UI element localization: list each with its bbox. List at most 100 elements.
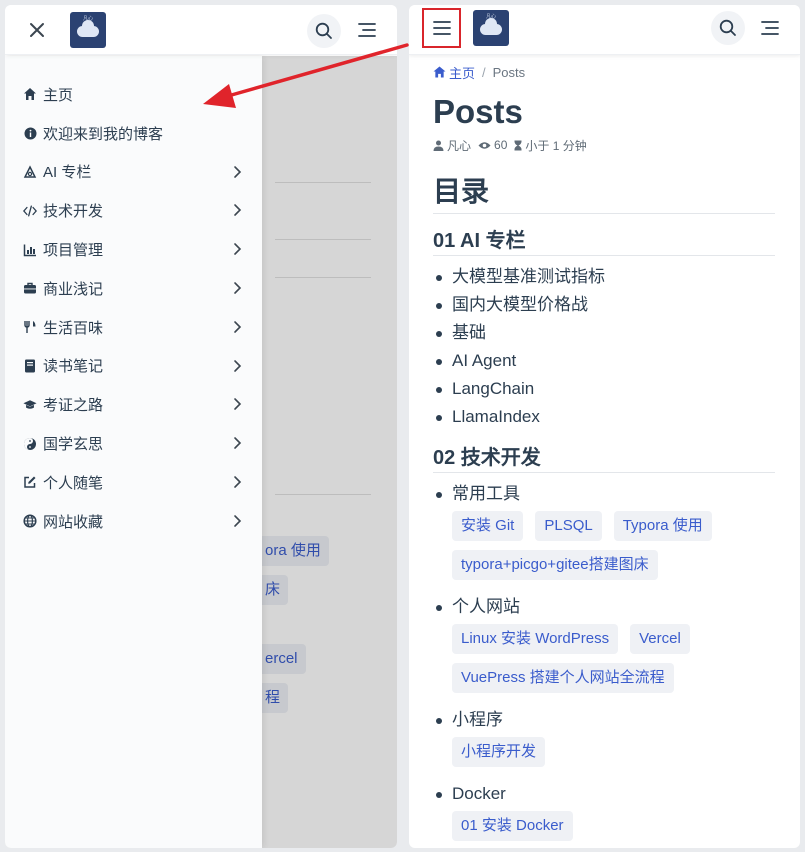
cloud-icon (480, 18, 502, 35)
breadcrumb-current: Posts (492, 64, 526, 80)
left-screenshot-panel: ora 使用 床 ercel 程 凡心 主页 欢迎来到我的博客 AI 专栏 技术… (5, 5, 397, 848)
list-item-label: Docker (452, 784, 506, 803)
list-item-label: AI Agent (452, 351, 517, 370)
view-count-value: 60 (494, 138, 508, 152)
hourglass-icon (514, 140, 522, 150)
list-item-label: 个人网站 (452, 597, 520, 616)
home-icon (433, 66, 446, 78)
site-logo[interactable]: 凡心 (70, 12, 106, 48)
sidebar-item-welcome[interactable]: 欢迎来到我的博客 (5, 114, 262, 153)
post-link[interactable]: Typora 使用 (613, 511, 712, 541)
outline-toggle-button[interactable] (758, 16, 782, 40)
list-item-label: LlamaIndex (452, 407, 540, 426)
sidebar-drawer: 主页 欢迎来到我的博客 AI 专栏 技术开发 项目管理 商业浅记 生活百味 读书… (5, 56, 262, 848)
chevron-right-icon (234, 398, 242, 411)
article-meta: 凡心 60 小于 1 分钟 (433, 137, 775, 153)
breadcrumb-home-label: 主页 (449, 65, 476, 81)
list-item[interactable]: LlamaIndex (433, 403, 775, 431)
list-item[interactable]: LangChain (433, 375, 775, 403)
close-button[interactable] (25, 18, 49, 42)
toc-heading: 目录 (433, 175, 775, 214)
breadcrumb-separator: / (482, 64, 486, 80)
outline-toggle-button[interactable] (355, 18, 379, 42)
close-icon (30, 23, 44, 37)
search-button[interactable] (711, 11, 745, 45)
chevron-right-icon (234, 320, 242, 333)
sidebar-item-label: 读书笔记 (43, 358, 104, 376)
edit-icon (23, 475, 37, 489)
list-item[interactable]: AI Agent (433, 347, 775, 375)
list-item[interactable]: 国内大模型价格战 (433, 291, 775, 319)
list-item[interactable]: 基础 (433, 319, 775, 347)
user-icon (433, 140, 444, 151)
section-heading: 02 技术开发 (433, 445, 775, 473)
reading-time-value: 小于 1 分钟 (525, 138, 587, 153)
view-count: 60 (478, 138, 507, 152)
sidebar-item-label: 主页 (43, 86, 74, 104)
sidebar-item-essays[interactable]: 个人随笔 (5, 463, 262, 502)
sidebar-item-label: 项目管理 (43, 242, 104, 260)
list-item[interactable]: 大模型基准测试指标 (433, 263, 775, 291)
post-link[interactable]: Linux 安装 WordPress (452, 624, 619, 654)
sidebar-item-tech[interactable]: 技术开发 (5, 191, 262, 230)
author-name[interactable]: 凡心 (447, 137, 471, 154)
list-item-label: 基础 (452, 323, 486, 342)
post-link[interactable]: 安装 Git (452, 511, 524, 541)
list-item-label: 小程序 (452, 710, 503, 729)
tag-group: Linux 安装 WordPress Vercel VuePress 搭建个人网站全… (452, 624, 775, 702)
list-item-label: LangChain (452, 379, 535, 398)
sidebar-item-ai[interactable]: AI 专栏 (5, 153, 262, 192)
cloud-icon (77, 20, 99, 37)
post-link[interactable]: VuePress 搭建个人网站全流程 (452, 663, 674, 693)
site-logo[interactable]: 凡心 (473, 10, 509, 46)
ai-post-list: 大模型基准测试指标 国内大模型价格战 基础 AI Agent LangChain… (433, 263, 775, 431)
sidebar-item-guoxue[interactable]: 国学玄思 (5, 424, 262, 463)
sidebar-item-home[interactable]: 主页 (5, 75, 262, 114)
tech-post-list: 常用工具 安装 Git PLSQL Typora 使用 typora+picgo+gi… (433, 480, 775, 848)
sidebar-item-label: 生活百味 (43, 319, 104, 337)
ai-icon (23, 165, 37, 179)
post-link[interactable]: Vercel (630, 624, 690, 654)
sidebar-item-certification[interactable]: 考证之路 (5, 385, 262, 424)
menu-toggle-button[interactable] (422, 8, 461, 48)
sidebar-item-reading[interactable]: 读书笔记 (5, 347, 262, 386)
list-item-label: 大模型基准测试指标 (452, 267, 605, 286)
chevron-right-icon (234, 204, 242, 217)
post-link[interactable]: typora+picgo+gitee搭建图床 (452, 550, 658, 580)
navbar: 凡心 (409, 5, 800, 55)
sidebar-item-label: 国学玄思 (43, 436, 104, 454)
article-content: 主页 / Posts Posts 凡心 60 小于 1 分钟 目录 01 AI … (433, 63, 775, 848)
breadcrumb-home-link[interactable]: 主页 (433, 63, 475, 82)
outline-icon (358, 23, 376, 37)
tag-group: 安装 Git PLSQL Typora 使用 typora+picgo+gitee搭建… (452, 511, 775, 589)
hamburger-icon (432, 21, 451, 35)
info-icon (23, 126, 37, 140)
sidebar-item-project[interactable]: 项目管理 (5, 230, 262, 269)
chevron-right-icon (234, 476, 242, 488)
book-icon (23, 359, 37, 373)
globe-icon (23, 514, 37, 528)
tag-group: 小程序开发 (452, 737, 775, 776)
sidebar-item-label: 个人随笔 (43, 474, 104, 492)
list-item: Docker 01 安装 Docker (433, 780, 775, 848)
home-icon (23, 87, 37, 101)
sidebar-item-label: 欢迎来到我的博客 (43, 125, 164, 143)
sidebar-item-label: 考证之路 (43, 397, 104, 415)
outline-icon (761, 21, 779, 35)
chevron-right-icon (234, 165, 242, 178)
list-item: 常用工具 安装 Git PLSQL Typora 使用 typora+picgo+gi… (433, 480, 775, 589)
yin-yang-icon (23, 437, 37, 451)
reading-time: 小于 1 分钟 (514, 137, 587, 154)
sidebar-item-life[interactable]: 生活百味 (5, 308, 262, 347)
sidebar-item-label: 商业浅记 (43, 280, 104, 298)
navbar: 凡心 (5, 5, 397, 55)
post-link[interactable]: 小程序开发 (452, 737, 546, 767)
chevron-right-icon (234, 359, 242, 372)
post-link[interactable]: 01 安装 Docker (452, 811, 573, 841)
post-link[interactable]: PLSQL (535, 511, 602, 541)
sidebar-item-business[interactable]: 商业浅记 (5, 269, 262, 308)
graduation-cap-icon (23, 398, 37, 412)
chevron-right-icon (234, 243, 242, 255)
sidebar-item-bookmarks[interactable]: 网站收藏 (5, 502, 262, 541)
search-button[interactable] (307, 14, 341, 48)
